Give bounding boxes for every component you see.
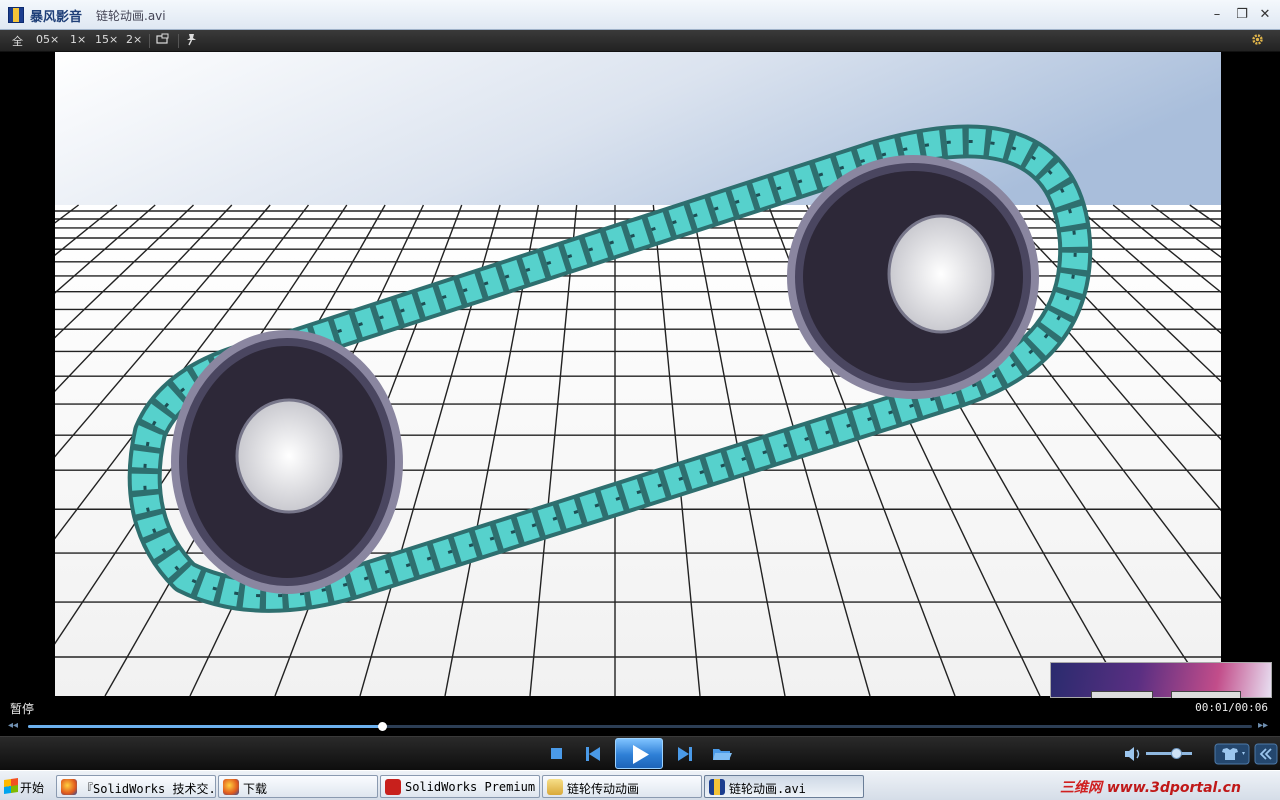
seek-thumb[interactable] [377, 722, 387, 731]
player-icon [709, 779, 725, 795]
shirt-icon[interactable] [1213, 737, 1251, 771]
start-button[interactable]: 开始 [0, 774, 52, 798]
restore-button[interactable]: ❐ [1233, 7, 1251, 23]
video-frame[interactable] [55, 52, 1221, 696]
play-icon [633, 745, 649, 764]
playback-state: 暂停 [10, 702, 35, 716]
taskbar-item[interactable]: 下载 [218, 775, 378, 798]
seek-bar[interactable] [28, 722, 1252, 731]
taskbar-item-label: SolidWorks Premium ... [405, 780, 537, 794]
zoom-05-button[interactable]: 05× [36, 33, 59, 46]
seek-forward-icon[interactable]: ▸▸ [1258, 720, 1268, 731]
open-folder-icon[interactable] [707, 737, 737, 771]
mini-mode-icon[interactable] [156, 33, 169, 49]
video-area[interactable] [0, 52, 1280, 701]
taskbar-item[interactable]: 链轮传动动画 [542, 775, 702, 798]
toolbar-divider [178, 34, 179, 48]
advert-thumbnail[interactable] [1050, 662, 1272, 701]
taskbar-item[interactable]: SolidWorks Premium ... [380, 775, 540, 798]
taskbar-item-label: 下载 [243, 782, 268, 796]
volume-thumb[interactable] [1170, 748, 1182, 759]
firefox-icon [61, 779, 77, 795]
time-display: 00:01/00:06 [1195, 701, 1268, 714]
pin-icon[interactable] [185, 33, 198, 49]
tray-brand-name: 三维网 [1060, 780, 1102, 796]
volume-slider[interactable] [1146, 752, 1192, 755]
stop-icon[interactable] [542, 737, 572, 771]
progress-row: ◂◂ ▸▸ [0, 716, 1280, 736]
right-sprocket [787, 155, 1039, 399]
close-button[interactable]: ✕ [1256, 7, 1274, 23]
seek-back-icon[interactable]: ◂◂ [8, 720, 18, 731]
play-button[interactable] [615, 738, 663, 769]
control-bar [0, 736, 1280, 770]
zoom-1-button[interactable]: 1× [70, 33, 86, 46]
double-chevron-left-icon[interactable] [1254, 737, 1278, 771]
app-name: 暴风影音 [30, 10, 83, 25]
speaker-icon[interactable] [1118, 737, 1148, 771]
solidworks-icon [385, 779, 401, 795]
gear-icon[interactable] [1251, 33, 1264, 49]
start-label: 开始 [20, 781, 45, 795]
taskbar-item-label: 『SolidWorks 技术交... [81, 782, 213, 796]
next-icon[interactable] [670, 737, 700, 771]
seek-progress [28, 725, 382, 728]
tray-brand-site: www.3dportal.cn [1106, 780, 1241, 796]
left-sprocket [171, 330, 403, 594]
minimize-button[interactable]: – [1208, 7, 1226, 23]
app-logo-icon [8, 7, 24, 23]
taskbar-item[interactable]: 『SolidWorks 技术交... [56, 775, 216, 798]
zoom-2-button[interactable]: 2× [126, 33, 142, 46]
firefox-icon [223, 779, 239, 795]
zoom-15-button[interactable]: 15× [95, 33, 118, 46]
taskbar-item-active[interactable]: 链轮动画.avi [704, 775, 864, 798]
taskbar: 开始 『SolidWorks 技术交... 下载 SolidWorks Prem… [0, 770, 1280, 800]
chain-sprocket-video [55, 52, 1221, 696]
taskbar-item-label: 链轮传动动画 [567, 782, 640, 796]
top-toolbar: 全 05× 1× 15× 2× [0, 30, 1280, 52]
title-bar: 暴风影音 链轮动画.avi – ❐ ✕ [0, 0, 1280, 30]
toolbar-divider [149, 34, 150, 48]
status-row: 暂停 00:01/00:06 [0, 698, 1280, 716]
folder-icon [547, 779, 563, 795]
fullscreen-button[interactable]: 全 [12, 33, 23, 49]
taskbar-item-label: 链轮动画.avi [729, 782, 806, 796]
windows-logo-icon [4, 778, 18, 794]
tray-watermark: 三维网 www.3dportal.cn [1060, 777, 1241, 797]
file-name: 链轮动画.avi [96, 9, 166, 23]
previous-icon[interactable] [578, 737, 608, 771]
